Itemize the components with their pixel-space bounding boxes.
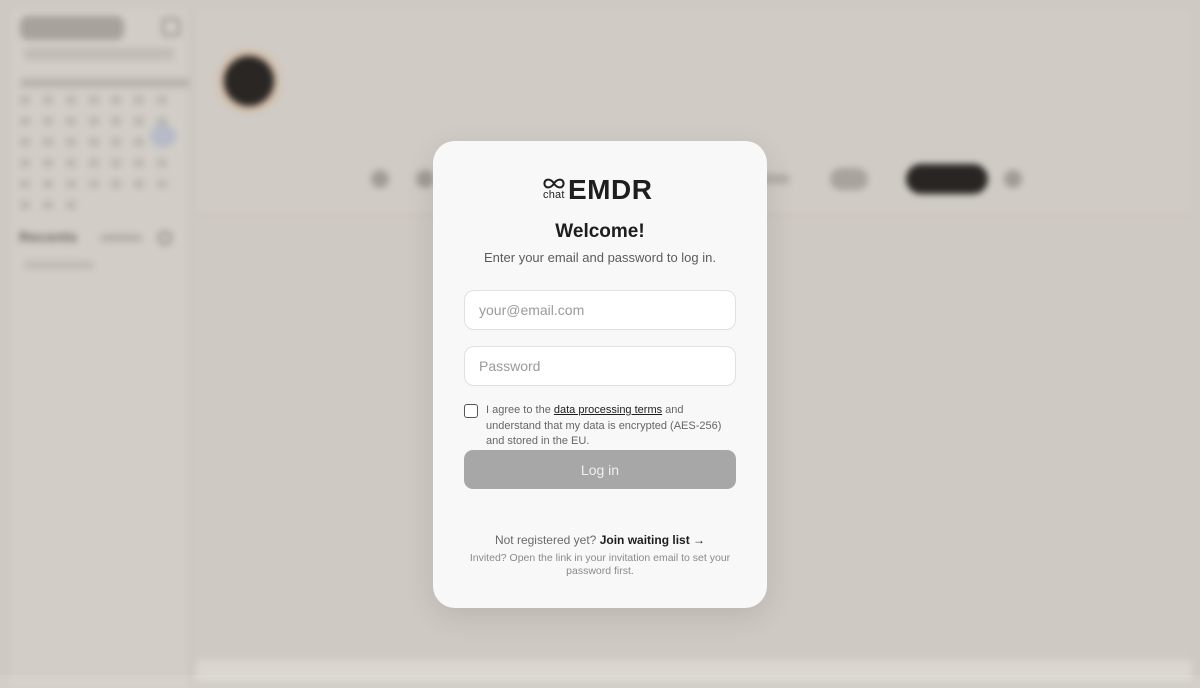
logo-prefix: chat <box>543 189 565 201</box>
page-subtitle: Enter your email and password to log in. <box>484 250 716 265</box>
join-waiting-list-link[interactable]: Join waiting list → <box>600 533 705 547</box>
consent-checkbox[interactable] <box>464 404 478 418</box>
consent-prefix: I agree to the <box>486 404 554 416</box>
logo-name: EMDR <box>568 174 653 205</box>
email-field[interactable] <box>464 290 736 330</box>
logo: chat EMDR <box>543 175 652 205</box>
login-modal: chat EMDR Welcome! Enter your email and … <box>433 141 767 608</box>
register-row: Not registered yet? Join waiting list → <box>433 533 767 547</box>
consent-row: I agree to the data processing terms and… <box>464 403 736 450</box>
register-prompt: Not registered yet? <box>494 533 597 547</box>
data-processing-terms-link[interactable]: data processing terms <box>554 404 662 416</box>
infinity-icon <box>543 178 565 189</box>
login-button[interactable]: Log in <box>464 450 736 489</box>
page-title: Welcome! <box>555 221 645 242</box>
password-field[interactable] <box>464 346 736 386</box>
invitation-note: Invited? Open the link in your invitatio… <box>469 552 731 577</box>
logo-mark: chat <box>543 175 567 205</box>
consent-text: I agree to the data processing terms and… <box>486 403 736 450</box>
